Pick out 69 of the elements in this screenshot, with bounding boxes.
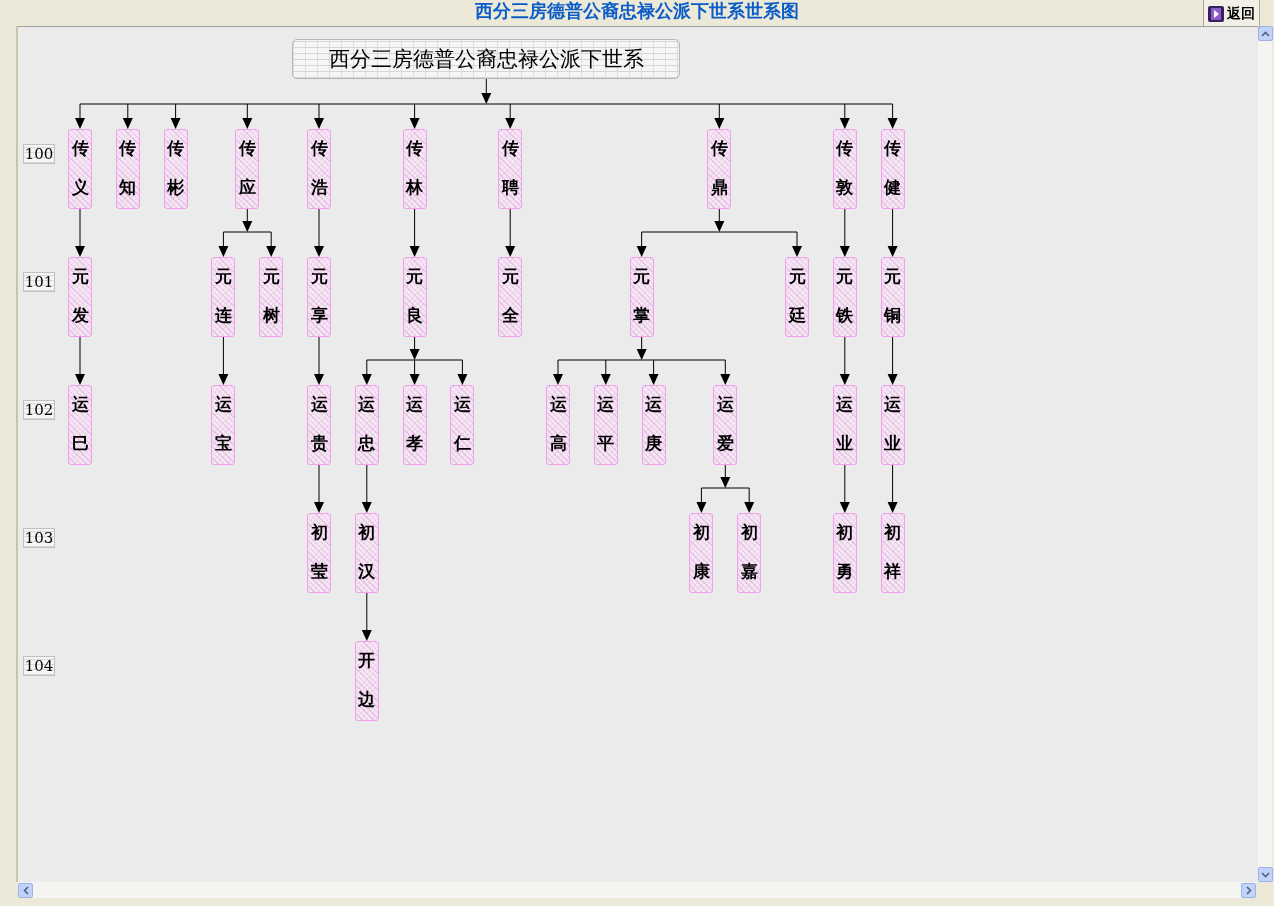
play-icon xyxy=(1208,5,1224,22)
person-node[interactable]: 运爱 xyxy=(713,385,738,465)
connector-arrow xyxy=(839,336,850,385)
person-node[interactable]: 元树 xyxy=(259,257,284,337)
generation-label: 102 xyxy=(23,400,55,420)
person-node[interactable]: 元廷 xyxy=(785,257,809,337)
connector-arrow xyxy=(887,464,898,513)
connector-arrow xyxy=(887,336,898,385)
person-node[interactable]: 运业 xyxy=(880,385,905,465)
person-node[interactable]: 元铜 xyxy=(880,257,905,337)
person-node[interactable]: 传敦 xyxy=(832,129,857,209)
connector-arrow xyxy=(505,208,516,257)
person-node[interactable]: 元良 xyxy=(402,257,427,337)
person-node[interactable]: 传浩 xyxy=(307,129,331,209)
branch-connector xyxy=(696,464,755,513)
connector-arrow xyxy=(218,336,229,385)
generation-label: 100 xyxy=(23,144,55,164)
person-node[interactable]: 初嘉 xyxy=(737,513,762,593)
person-node[interactable]: 元享 xyxy=(307,257,331,337)
connector-arrow xyxy=(75,336,85,385)
person-node[interactable]: 传鼎 xyxy=(707,129,732,209)
person-node[interactable]: 初汉 xyxy=(354,513,379,593)
person-node[interactable]: 传林 xyxy=(402,129,427,209)
generation-label: 101 xyxy=(23,272,55,292)
person-node[interactable]: 传义 xyxy=(68,129,92,209)
scroll-right-icon[interactable] xyxy=(1241,882,1256,898)
person-node[interactable]: 运贵 xyxy=(307,385,331,465)
branch-connector xyxy=(218,208,277,257)
connector-arrow xyxy=(839,208,850,257)
person-node[interactable]: 开边 xyxy=(354,641,379,721)
person-node[interactable]: 运高 xyxy=(546,385,570,465)
person-node[interactable]: 传应 xyxy=(235,129,260,209)
person-node[interactable]: 运孝 xyxy=(402,385,427,465)
back-button[interactable]: 返回 xyxy=(1203,0,1260,28)
person-node[interactable]: 元铁 xyxy=(832,257,857,337)
vertical-scrollbar[interactable] xyxy=(1258,26,1272,882)
person-node[interactable]: 初莹 xyxy=(307,513,331,593)
scroll-left-icon[interactable] xyxy=(18,882,33,898)
generation-label: 104 xyxy=(23,656,55,676)
person-node[interactable]: 元全 xyxy=(498,257,523,337)
person-node[interactable]: 运巳 xyxy=(68,385,92,465)
person-node[interactable]: 运平 xyxy=(593,385,618,465)
connector-arrow xyxy=(839,464,850,513)
horizontal-scrollbar[interactable] xyxy=(18,882,1256,898)
person-node[interactable]: 运业 xyxy=(832,385,857,465)
person-node[interactable]: 初祥 xyxy=(880,513,905,593)
connector-arrow xyxy=(314,208,324,257)
tree-title: 西分三房德普公裔忠禄公派下世系 xyxy=(292,39,681,79)
connector-arrow xyxy=(361,592,372,641)
person-node[interactable]: 运仁 xyxy=(450,385,475,465)
connector-arrow xyxy=(887,208,898,257)
connector-arrow xyxy=(75,208,85,257)
person-node[interactable]: 元连 xyxy=(211,257,236,337)
person-node[interactable]: 元掌 xyxy=(629,257,654,337)
person-node[interactable]: 运庚 xyxy=(641,385,666,465)
connector-arrow xyxy=(314,336,324,385)
generation-label: 103 xyxy=(23,528,55,548)
person-node[interactable]: 初康 xyxy=(689,513,714,593)
person-node[interactable]: 传健 xyxy=(880,129,905,209)
person-node[interactable]: 传聘 xyxy=(498,129,523,209)
person-node[interactable]: 传彬 xyxy=(163,129,188,209)
person-node[interactable]: 运忠 xyxy=(354,385,379,465)
person-node[interactable]: 初勇 xyxy=(832,513,857,593)
connector-arrow xyxy=(409,208,420,257)
connector-arrow xyxy=(314,464,324,513)
person-node[interactable]: 元发 xyxy=(68,257,92,337)
person-node[interactable]: 传知 xyxy=(115,129,140,209)
connector-arrow xyxy=(361,464,372,513)
person-node[interactable]: 运宝 xyxy=(211,385,236,465)
